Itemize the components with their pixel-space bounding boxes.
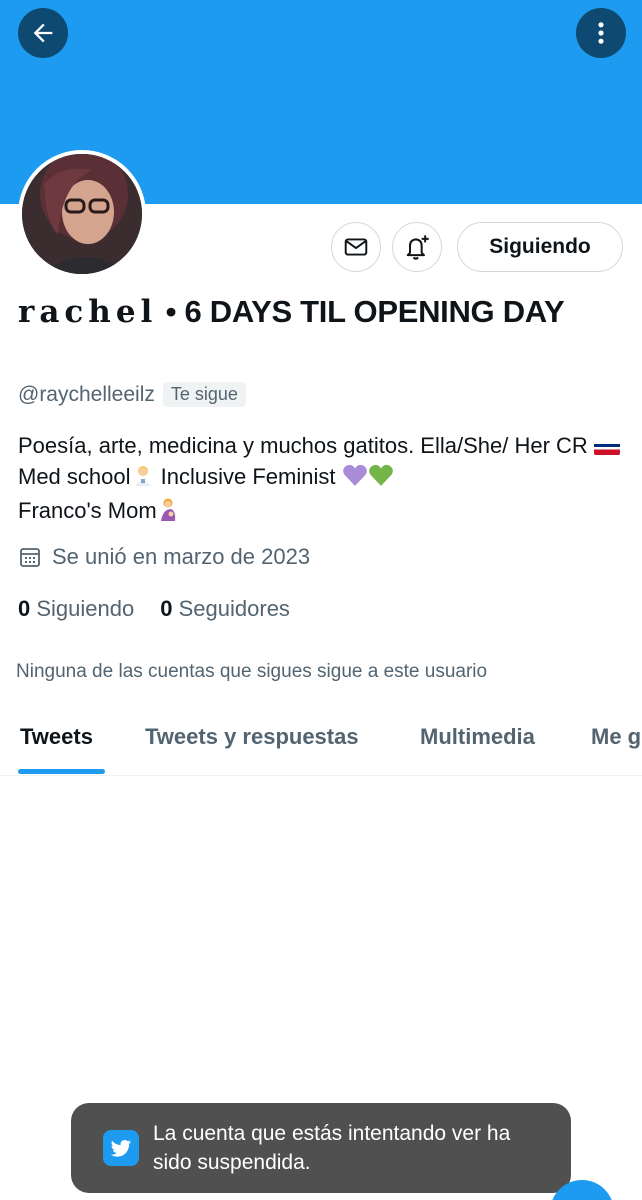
bio-text-4: Franco's Mom <box>18 498 157 523</box>
bell-plus-icon <box>406 235 429 260</box>
display-name: 𝐫𝐚𝐜𝐡𝐞𝐥 • 6 DAYS TIL OPENING DAY <box>18 288 618 336</box>
display-name-stylized: 𝐫𝐚𝐜𝐡𝐞𝐥 <box>18 294 158 330</box>
bio-text-2: Med school <box>18 464 131 489</box>
following-button[interactable]: Siguiendo <box>457 222 623 272</box>
mutual-followers-text: Ninguna de las cuentas que sigues sigue … <box>16 661 488 682</box>
tab-tweets[interactable]: Tweets <box>20 724 93 750</box>
following-count: 0 <box>18 596 31 621</box>
tab-media[interactable]: Multimedia <box>420 724 535 750</box>
twitter-bird-icon <box>103 1130 139 1166</box>
username-handle: @raychelleeilz <box>18 382 155 406</box>
avatar-image <box>22 154 142 274</box>
green-heart-icon <box>368 463 394 495</box>
calendar-icon <box>20 548 40 567</box>
joined-date-row: Se unió en marzo de 2023 <box>18 544 310 570</box>
message-button[interactable] <box>331 222 381 272</box>
joined-date-text: Se unió en marzo de 2023 <box>52 544 311 569</box>
more-options-button[interactable] <box>576 8 626 58</box>
bio-text-1: Poesía, arte, medicina y muchos gatitos.… <box>18 433 594 458</box>
avatar[interactable] <box>18 150 146 278</box>
tab-tweets-and-replies[interactable]: Tweets y respuestas <box>145 724 359 750</box>
breastfeeding-emoji-icon <box>157 497 179 529</box>
suspended-toast: La cuenta que estás intentando ver ha si… <box>71 1103 571 1193</box>
follow-stats: 0 Siguiendo 0 Seguidores <box>18 596 290 622</box>
following-label: Siguiendo <box>36 596 135 621</box>
toast-message: La cuenta que estás intentando ver ha si… <box>153 1122 511 1174</box>
more-vertical-icon <box>598 22 604 44</box>
back-button[interactable] <box>18 8 68 58</box>
bio-text-3: Inclusive Feminist <box>154 464 342 489</box>
mail-icon <box>344 238 368 256</box>
display-name-text: • 6 DAYS TIL OPENING DAY <box>157 294 565 329</box>
notifications-button[interactable] <box>392 222 442 272</box>
followers-label: Seguidores <box>178 596 290 621</box>
purple-heart-icon <box>342 463 368 495</box>
followers-count: 0 <box>160 596 173 621</box>
follows-you-badge: Te sigue <box>162 382 246 407</box>
tab-likes[interactable]: Me g <box>591 724 641 750</box>
handle-row: @raychelleeilz Te sigue <box>18 382 246 407</box>
health-worker-emoji-icon <box>131 463 155 495</box>
profile-bio: Poesía, arte, medicina y muchos gatitos.… <box>18 430 628 529</box>
following-stat[interactable]: 0 Siguiendo <box>18 596 134 622</box>
costa-rica-flag-icon <box>593 438 620 455</box>
active-tab-indicator <box>18 769 105 774</box>
back-arrow-icon <box>33 23 53 43</box>
profile-tabs: Tweets Tweets y respuestas Multimedia Me… <box>0 718 642 776</box>
followers-stat[interactable]: 0 Seguidores <box>160 596 290 622</box>
